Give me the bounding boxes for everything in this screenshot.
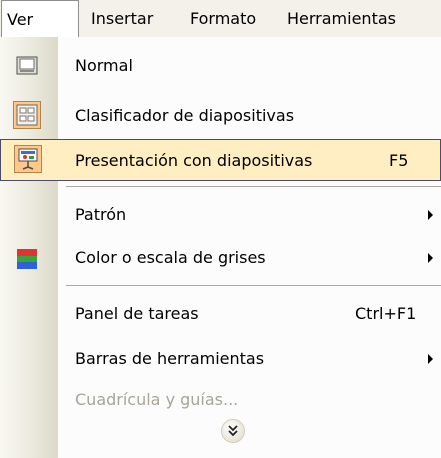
slideshow-icon bbox=[18, 148, 38, 170]
menu-item-presentacion-label: Presentación con diapositivas bbox=[75, 151, 313, 170]
menu-item-normal[interactable]: Normal bbox=[0, 45, 441, 87]
menu-insertar-label: Insertar bbox=[91, 9, 154, 28]
menu-item-normal-label: Normal bbox=[75, 56, 133, 75]
menu-formato[interactable]: Formato bbox=[190, 0, 256, 37]
slide-sorter-icon bbox=[16, 104, 38, 126]
menu-item-panel-tareas-shortcut: Ctrl+F1 bbox=[355, 304, 417, 323]
menu-item-patron-label: Patrón bbox=[75, 205, 127, 224]
submenu-arrow-icon bbox=[428, 210, 433, 220]
menu-item-barras-label: Barras de herramientas bbox=[75, 349, 265, 368]
color-grayscale-icon bbox=[17, 249, 37, 269]
menu-item-panel-tareas-label: Panel de tareas bbox=[75, 304, 199, 323]
normal-view-icon bbox=[16, 56, 38, 75]
menu-item-presentacion-shortcut: F5 bbox=[389, 151, 409, 170]
menu-item-panel-tareas[interactable]: Panel de tareas Ctrl+F1 bbox=[0, 293, 441, 335]
menu-bar: Ver Insertar Formato Herramientas bbox=[0, 0, 441, 38]
menu-separator bbox=[66, 285, 441, 286]
menu-item-cuadricula: Cuadrícula y guías... bbox=[0, 379, 441, 421]
menu-item-patron[interactable]: Patrón bbox=[0, 194, 441, 236]
menu-expand-button[interactable] bbox=[222, 420, 244, 442]
submenu-arrow-icon bbox=[428, 354, 433, 364]
menu-item-presentacion[interactable]: Presentación con diapositivas F5 bbox=[0, 139, 441, 181]
menu-item-clasificador-label: Clasificador de diapositivas bbox=[75, 106, 295, 125]
menu-insertar[interactable]: Insertar bbox=[91, 0, 153, 37]
menu-herramientas[interactable]: Herramientas bbox=[287, 0, 396, 37]
double-chevron-down-icon bbox=[228, 425, 238, 437]
menu-formato-label: Formato bbox=[190, 9, 257, 28]
menu-item-cuadricula-label: Cuadrícula y guías... bbox=[75, 390, 239, 409]
ver-dropdown-menu: Normal Clasificador de diapositivas Pres… bbox=[0, 37, 441, 458]
menu-item-barras[interactable]: Barras de herramientas bbox=[0, 338, 441, 380]
submenu-arrow-icon bbox=[428, 253, 433, 263]
menu-ver[interactable]: Ver bbox=[1, 0, 79, 37]
menu-item-color-label: Color o escala de grises bbox=[75, 248, 266, 267]
menu-herramientas-label: Herramientas bbox=[287, 9, 396, 28]
menu-item-clasificador[interactable]: Clasificador de diapositivas bbox=[0, 95, 441, 137]
menu-item-color[interactable]: Color o escala de grises bbox=[0, 237, 441, 279]
menu-ver-label: Ver bbox=[7, 10, 34, 29]
menu-separator bbox=[66, 186, 441, 187]
